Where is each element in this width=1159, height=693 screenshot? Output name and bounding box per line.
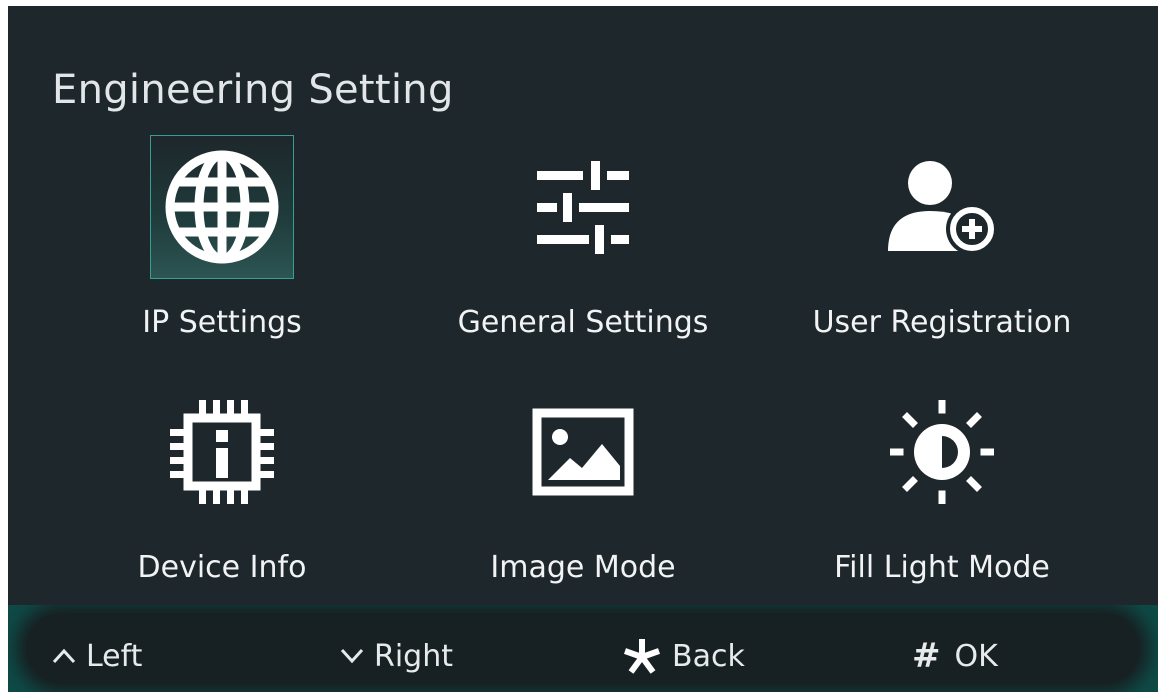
hint-left: Left bbox=[52, 636, 142, 676]
menu-item-label: Device Info bbox=[137, 550, 307, 585]
caret-up-icon bbox=[52, 648, 76, 664]
hint-label: Right bbox=[374, 638, 453, 674]
hint-label: Left bbox=[86, 638, 143, 674]
hint-label: Back bbox=[672, 638, 745, 674]
menu-item-label: IP Settings bbox=[142, 305, 302, 340]
asterisk-icon bbox=[624, 639, 660, 674]
icon-container bbox=[511, 135, 655, 279]
icon-container bbox=[150, 380, 294, 524]
icon-container bbox=[870, 135, 1014, 279]
user-add-icon bbox=[888, 161, 998, 255]
hash-key-glyph: # bbox=[912, 636, 941, 676]
hint-right: Right bbox=[340, 636, 453, 676]
image-icon bbox=[532, 408, 634, 496]
brightness-icon bbox=[890, 400, 994, 504]
page-title: Engineering Setting bbox=[52, 67, 454, 113]
menu-item-label: Image Mode bbox=[490, 550, 676, 585]
hint-ok: # OK bbox=[912, 636, 998, 676]
hint-label: OK bbox=[954, 638, 998, 674]
caret-down-icon bbox=[340, 648, 364, 664]
icon-container bbox=[511, 380, 655, 524]
sliders-icon bbox=[537, 161, 629, 254]
key-hint-bar: Left Right Back # OK bbox=[8, 605, 1158, 692]
icon-container bbox=[870, 380, 1014, 524]
chip-info-icon bbox=[170, 400, 274, 504]
globe-icon bbox=[165, 150, 279, 264]
menu-item-label: General Settings bbox=[457, 305, 709, 340]
hint-back: Back bbox=[622, 636, 745, 676]
engineering-setting-screen: Engineering Setting IP Settings General … bbox=[8, 6, 1158, 692]
selection-highlight bbox=[150, 135, 294, 279]
menu-item-label: User Registration bbox=[812, 305, 1072, 340]
menu-item-label: Fill Light Mode bbox=[834, 550, 1050, 585]
